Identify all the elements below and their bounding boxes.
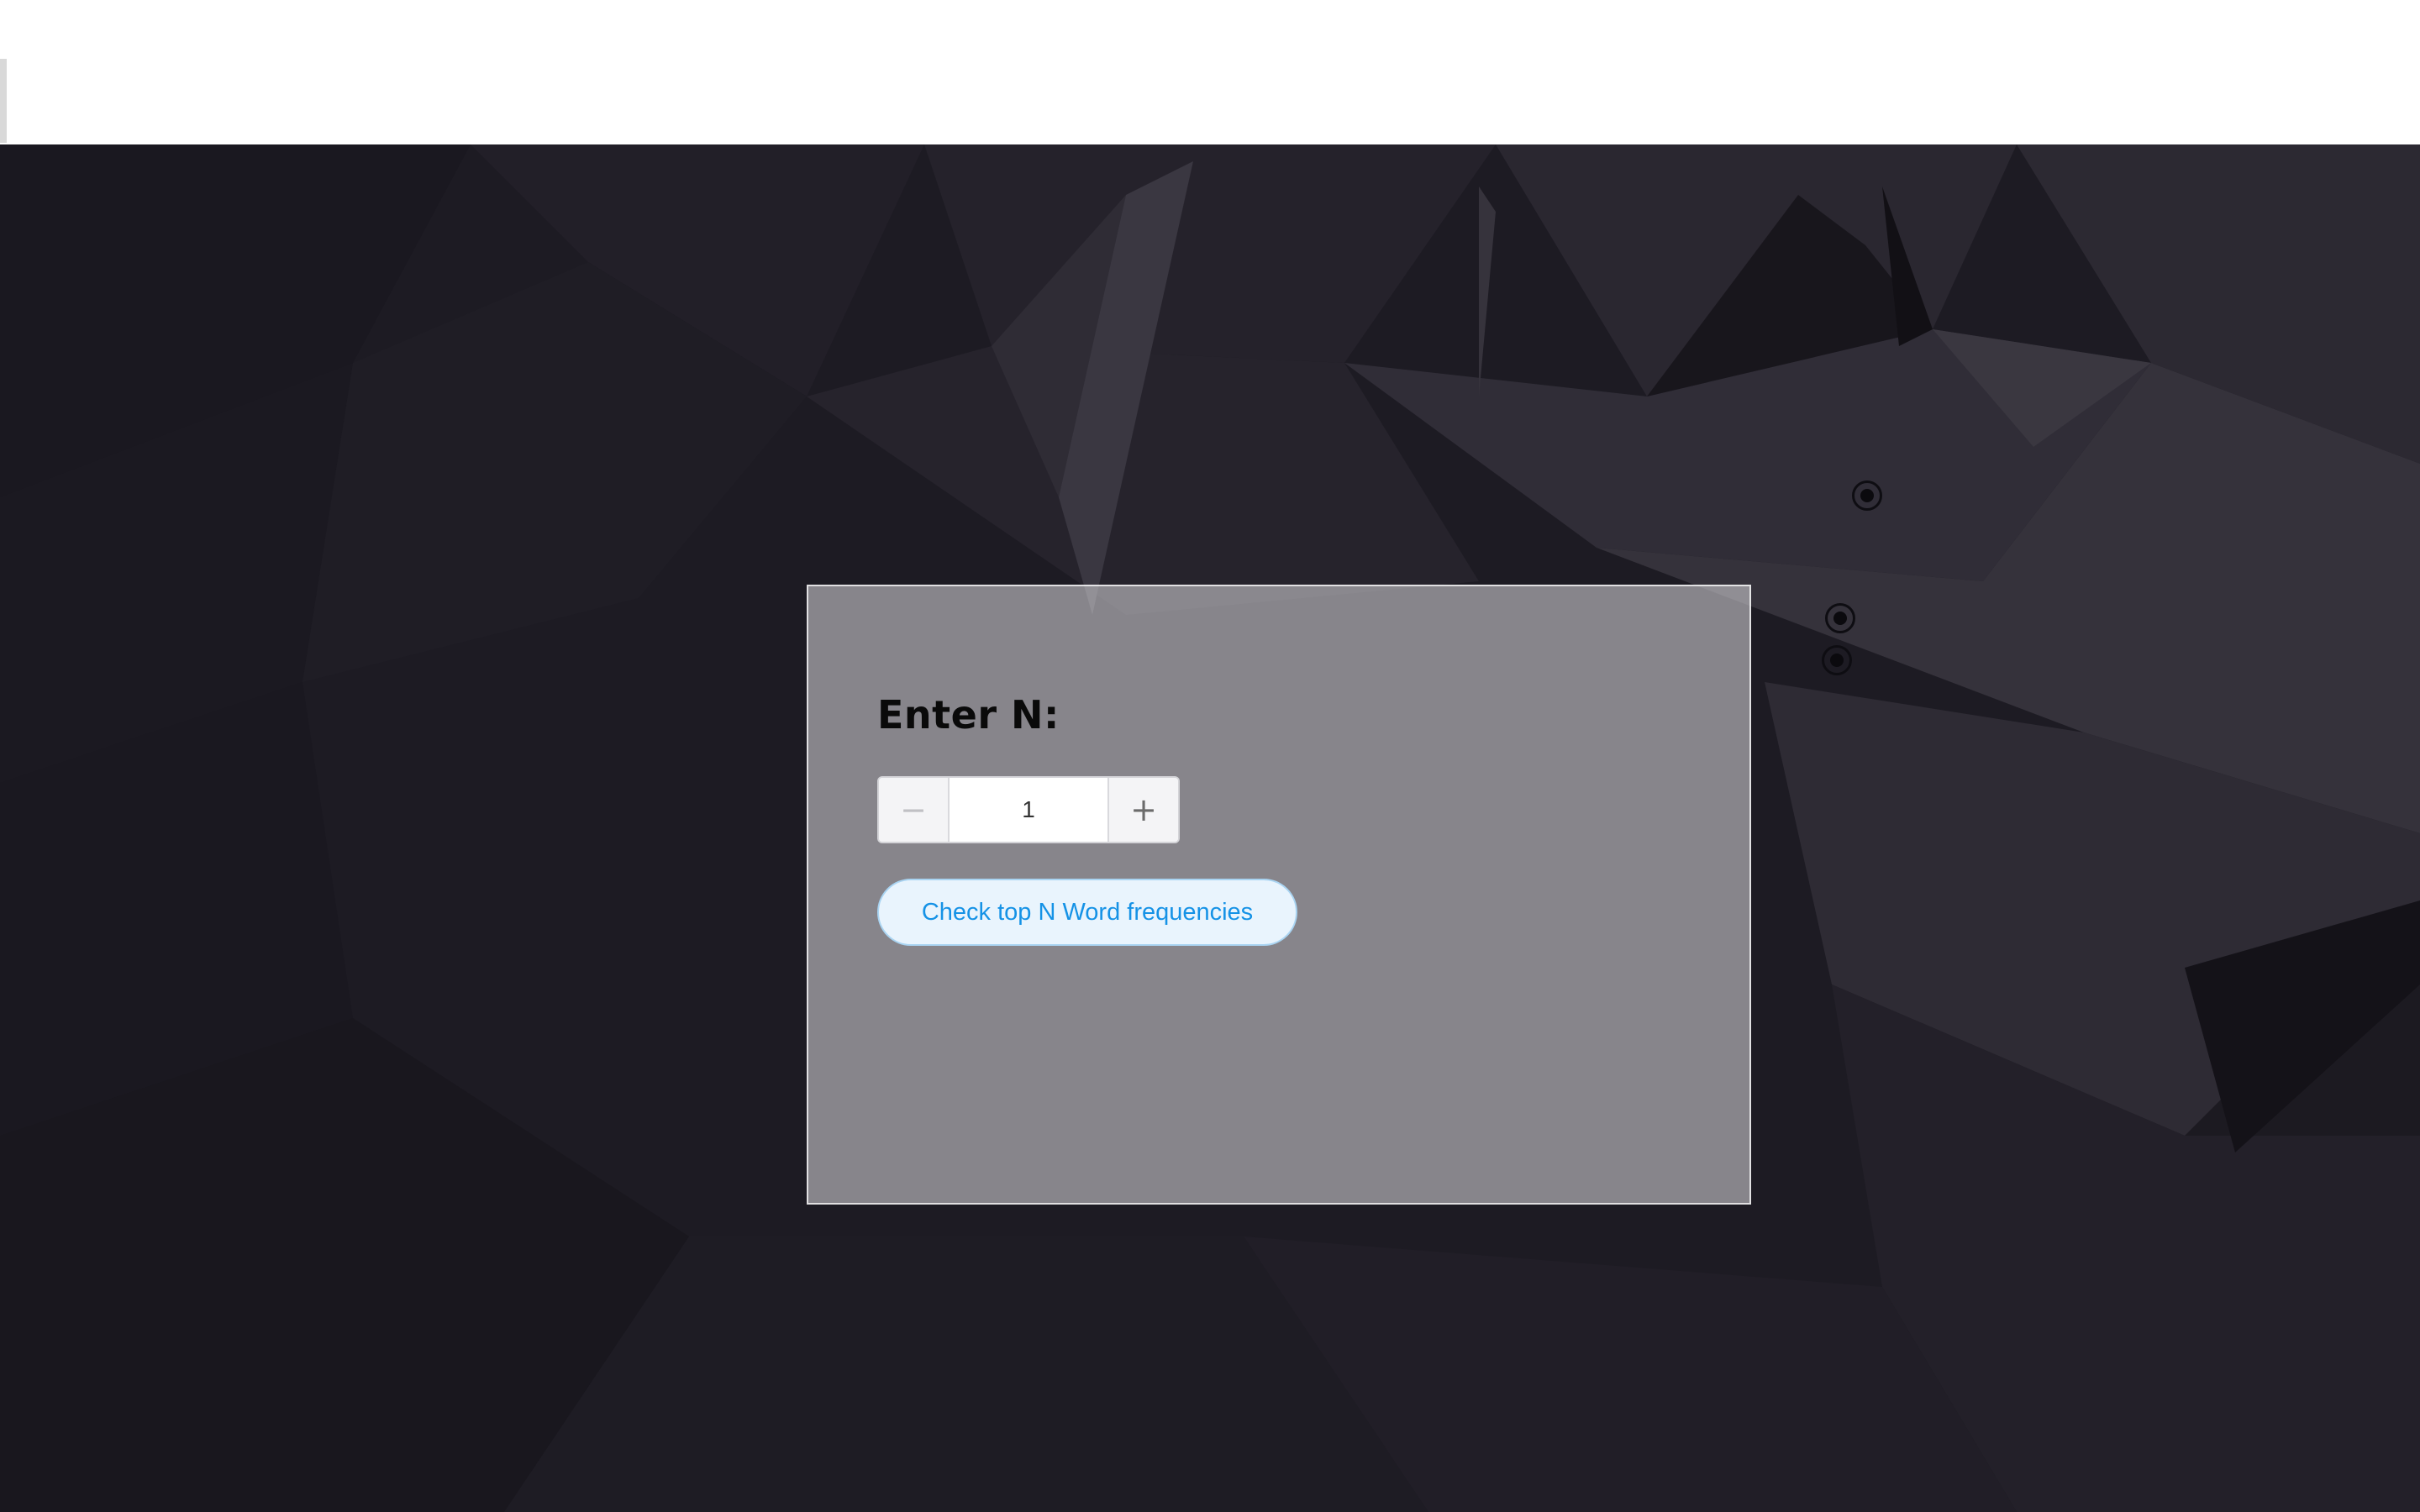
radio-dot-icon[interactable] [1825, 603, 1855, 633]
n-input[interactable] [950, 778, 1107, 842]
browser-top-bar [0, 0, 2420, 144]
minus-icon[interactable]: − [879, 778, 950, 842]
window-edge [0, 59, 7, 143]
n-stepper[interactable]: − + [877, 776, 1180, 843]
check-frequencies-button[interactable]: Check top N Word frequencies [877, 879, 1297, 946]
enter-n-label: Enter N: [877, 692, 1060, 738]
radio-dot-icon[interactable] [1822, 645, 1852, 675]
plus-icon[interactable]: + [1107, 778, 1178, 842]
radio-dot-icon[interactable] [1852, 480, 1882, 511]
word-frequency-card: Enter N: − + Check top N Word frequencie… [807, 585, 1751, 1205]
